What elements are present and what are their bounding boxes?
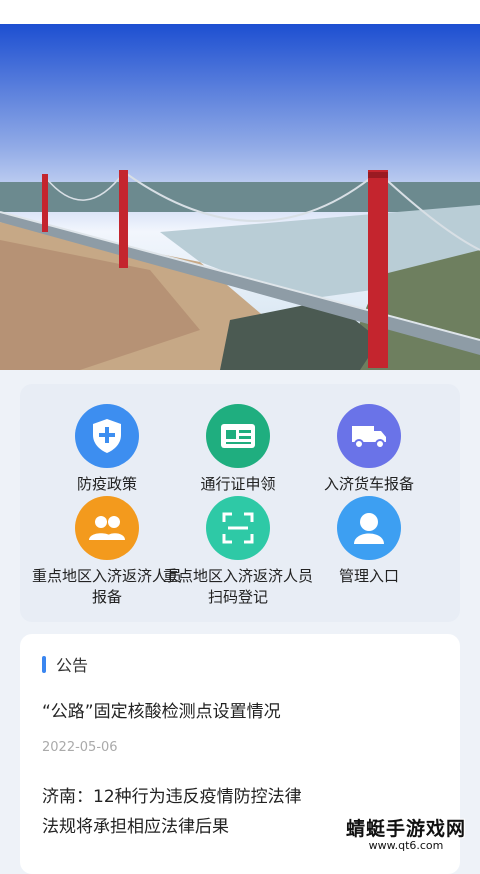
service-label: 入济货车报备 [323, 475, 414, 493]
watermark-text: 蜻蜓手游戏网 [345, 818, 466, 840]
accent-bar [42, 655, 46, 673]
service-truck-report[interactable]: 入济货车报备 [294, 404, 444, 495]
services-panel: 防疫政策 通行证申领 入济货车报备 重点地区入济返济人员报备 重点地区入济返济人… [20, 384, 460, 622]
notice-item-title[interactable]: “公路”固定核酸检测点设置情况 [42, 697, 442, 727]
service-label: 通行证申领 [200, 475, 276, 493]
service-pass-application[interactable]: 通行证申领 [163, 404, 313, 495]
site-watermark: 蜻蜓手游戏网 www.qt6.com [338, 814, 474, 852]
notice-item-date: 2022-05-06 [42, 740, 118, 755]
service-epidemic-policy[interactable]: 防疫政策 [32, 404, 182, 495]
notice-header: 公告 [42, 652, 88, 676]
bridge-photo [0, 0, 480, 370]
service-label: 管理入口 [338, 567, 399, 585]
service-key-area-report[interactable]: 重点地区入济返济人员报备 [32, 496, 182, 608]
shield-plus-icon [75, 404, 139, 468]
service-label: 重点地区入济返济人员报备 [32, 567, 183, 606]
notice-heading: 公告 [56, 656, 89, 675]
service-admin-entry[interactable]: 管理入口 [294, 496, 444, 587]
service-key-area-scan[interactable]: 重点地区入济返济人员扫码登记 [163, 496, 313, 608]
service-label: 防疫政策 [76, 475, 137, 493]
user-avatar-icon [337, 496, 401, 560]
hero-banner [0, 0, 480, 370]
scan-frame-icon [206, 496, 270, 560]
truck-icon [337, 404, 401, 468]
id-card-icon [206, 404, 270, 468]
notice-item-title[interactable]: 济南：12种行为违反疫情防控法律法规将承担相应法律后果 [42, 782, 312, 842]
service-label: 重点地区入济返济人员扫码登记 [163, 567, 314, 606]
people-icon [75, 496, 139, 560]
